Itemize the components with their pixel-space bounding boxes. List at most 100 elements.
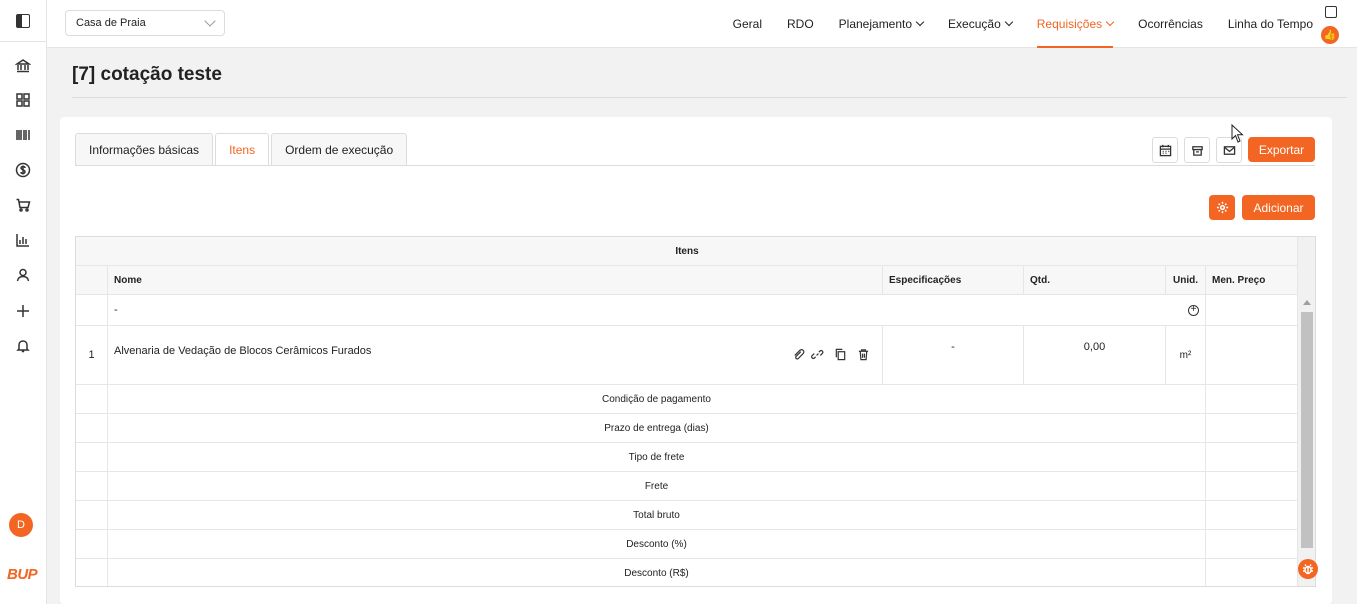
- placeholder-name: -: [114, 304, 118, 316]
- main-nav: Geral RDO Planejamento Execução Requisiç…: [708, 0, 1313, 48]
- summary-label: Desconto (%): [108, 530, 1206, 558]
- summary-row: Desconto (R$): [76, 559, 1298, 586]
- table-row: - +: [76, 295, 1298, 326]
- header-qtd[interactable]: Qtd.: [1024, 266, 1166, 294]
- item-name[interactable]: Alvenaria de Vedação de Blocos Cerâmicos…: [114, 345, 371, 357]
- tab-informacoes-basicas[interactable]: Informações básicas: [75, 133, 214, 165]
- row-actions: [792, 348, 870, 361]
- tab-itens[interactable]: Itens: [215, 133, 270, 165]
- topbar: Casa de Praia Geral RDO Planejamento Exe…: [47, 0, 1357, 48]
- header-nome[interactable]: Nome: [108, 266, 883, 294]
- header-menor-preco[interactable]: Men. Preço: [1206, 266, 1298, 294]
- summary-row: Total bruto: [76, 501, 1298, 530]
- summary-value[interactable]: [1206, 414, 1298, 442]
- item-unit: m²: [1166, 326, 1206, 384]
- add-button[interactable]: Adicionar: [1242, 195, 1315, 220]
- item-qty[interactable]: 0,00: [1024, 326, 1166, 384]
- nav-linha-do-tempo[interactable]: Linha do Tempo: [1228, 0, 1313, 48]
- tabs-divider: [75, 165, 1315, 166]
- row-index: [76, 530, 108, 558]
- cart-icon[interactable]: [13, 195, 33, 215]
- page-title: [7] cotação teste: [72, 64, 222, 85]
- summary-row: Prazo de entrega (dias): [76, 414, 1298, 443]
- user-icon[interactable]: [13, 265, 33, 285]
- header-especificacoes[interactable]: Especificações: [883, 266, 1024, 294]
- nav-geral[interactable]: Geral: [733, 0, 762, 48]
- summary-label: Prazo de entrega (dias): [108, 414, 1206, 442]
- project-select[interactable]: Casa de Praia: [65, 10, 225, 36]
- dollar-icon[interactable]: [13, 160, 33, 180]
- row-index: [76, 501, 108, 529]
- nav-label: Linha do Tempo: [1227, 17, 1313, 31]
- content-card: Informações básicas Itens Ordem de execu…: [60, 117, 1332, 604]
- summary-label: Total bruto: [108, 501, 1206, 529]
- gear-icon: [1216, 201, 1228, 214]
- paperclip-icon[interactable]: [792, 348, 805, 361]
- plus-icon[interactable]: [13, 301, 33, 321]
- nav-execucao[interactable]: Execução: [948, 0, 1013, 48]
- scrollbar-thumb[interactable]: [1301, 312, 1313, 548]
- row-index: [76, 414, 108, 442]
- summary-label: Condição de pagamento: [108, 385, 1206, 413]
- avatar[interactable]: D: [9, 513, 33, 537]
- row-index: [76, 385, 108, 413]
- tab-label: Ordem de execução: [285, 142, 394, 157]
- chevron-down-icon: [204, 15, 216, 27]
- sidebar: D BUP: [0, 0, 47, 604]
- mouse-cursor-icon: [1231, 124, 1244, 143]
- row-index: [76, 559, 108, 586]
- nav-label: Geral: [732, 17, 762, 31]
- summary-value[interactable]: [1206, 472, 1298, 500]
- tab-ordem-de-execucao[interactable]: Ordem de execução: [271, 133, 408, 165]
- nav-requisicoes[interactable]: Requisições: [1036, 0, 1115, 48]
- tab-bar: Informações básicas Itens Ordem de execu…: [75, 133, 409, 165]
- brand-logo[interactable]: BUP: [7, 566, 38, 583]
- feedback-icon[interactable]: [1325, 6, 1337, 18]
- item-specs[interactable]: -: [883, 326, 1024, 384]
- summary-row: Condição de pagamento: [76, 385, 1298, 414]
- summary-value[interactable]: [1206, 559, 1298, 586]
- scroll-up-icon[interactable]: [1303, 300, 1311, 305]
- row-index: [76, 295, 108, 325]
- summary-row: Tipo de frete: [76, 443, 1298, 472]
- table-row: 1 Alvenaria de Vedação de Blocos Cerâmic…: [76, 326, 1298, 385]
- copy-icon[interactable]: [834, 348, 847, 361]
- add-circle-icon[interactable]: +: [1188, 304, 1199, 316]
- barcode-icon[interactable]: [13, 125, 33, 145]
- summary-value[interactable]: [1206, 530, 1298, 558]
- bar-chart-icon[interactable]: [13, 230, 33, 250]
- sidebar-header: [0, 0, 46, 42]
- bell-icon[interactable]: [13, 336, 33, 356]
- summary-value[interactable]: [1206, 501, 1298, 529]
- header-unid[interactable]: Unid.: [1166, 266, 1206, 294]
- summary-value[interactable]: [1206, 443, 1298, 471]
- panel-toggle-icon[interactable]: [16, 13, 30, 28]
- chevron-down-icon: [915, 17, 925, 27]
- link-icon[interactable]: [811, 348, 824, 361]
- nav-ocorrencias[interactable]: Ocorrências: [1138, 0, 1203, 48]
- calendar-button[interactable]: [1152, 137, 1178, 163]
- thumbs-up-icon[interactable]: 👍: [1321, 26, 1339, 44]
- nav-planejamento[interactable]: Planejamento: [838, 0, 925, 48]
- nav-label: Planejamento: [838, 17, 913, 31]
- nav-label: Requisições: [1036, 17, 1103, 31]
- archive-button[interactable]: [1184, 137, 1210, 163]
- chevron-down-icon: [1004, 17, 1013, 27]
- bug-report-icon[interactable]: [1298, 559, 1318, 579]
- summary-label: Tipo de frete: [108, 443, 1206, 471]
- settings-button[interactable]: [1209, 195, 1235, 220]
- nav-rdo[interactable]: RDO: [787, 0, 814, 48]
- summary-value[interactable]: [1206, 385, 1298, 413]
- row-index: 1: [76, 326, 108, 384]
- trash-icon[interactable]: [857, 348, 870, 361]
- table-group-header: Itens: [76, 237, 1298, 266]
- tab-label: Informações básicas: [89, 142, 200, 157]
- group-header-label: Itens: [76, 237, 1298, 265]
- table-scrollbar[interactable]: [1297, 237, 1315, 586]
- grid-icon[interactable]: [13, 90, 33, 110]
- placeholder-cell: - +: [108, 295, 1206, 325]
- summary-label: Desconto (R$): [108, 559, 1206, 586]
- item-name-cell: Alvenaria de Vedação de Blocos Cerâmicos…: [108, 326, 883, 384]
- export-button[interactable]: Exportar: [1248, 137, 1315, 162]
- bank-icon[interactable]: [13, 56, 33, 76]
